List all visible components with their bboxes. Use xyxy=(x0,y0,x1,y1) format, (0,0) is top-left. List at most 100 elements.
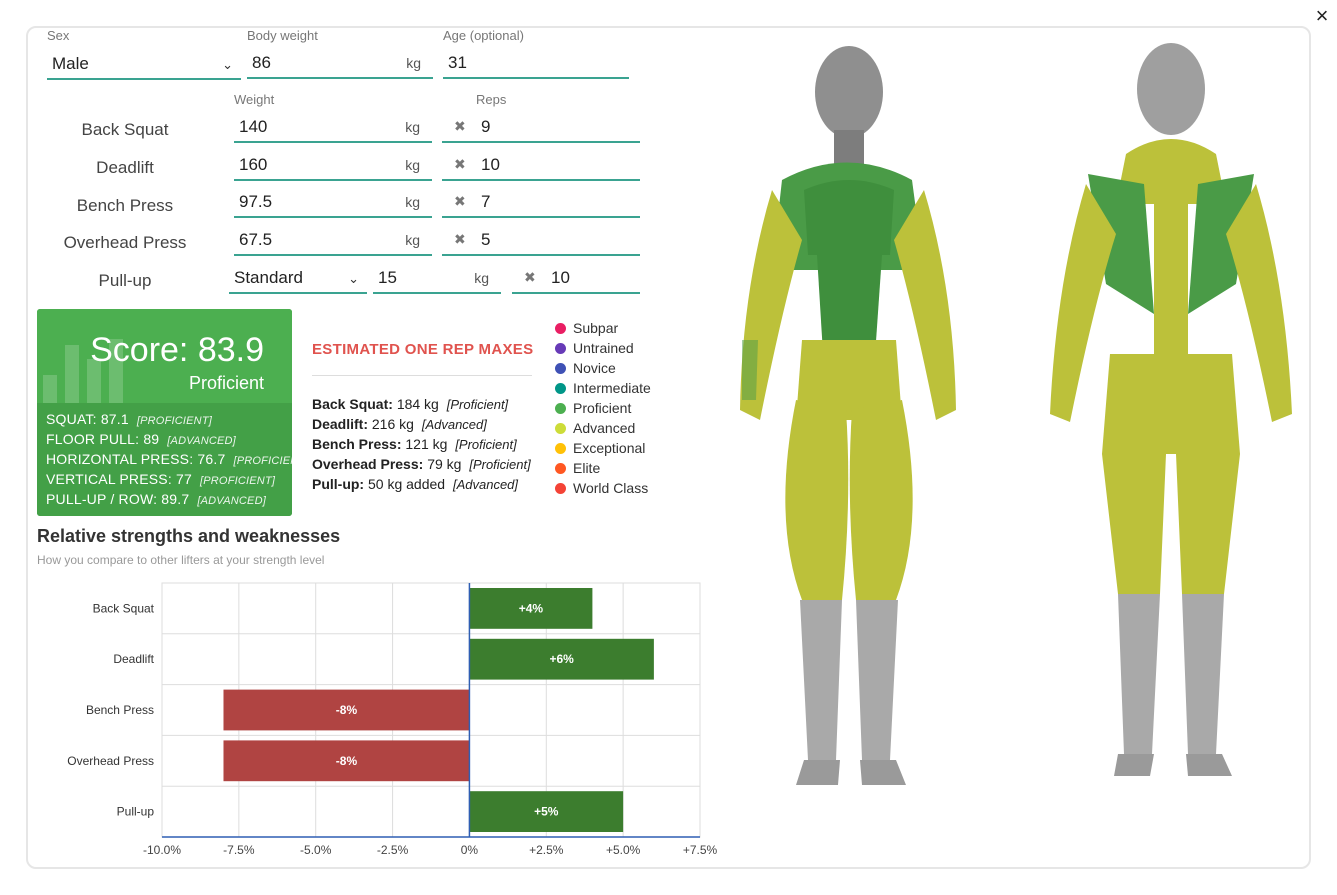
muscle-map-back xyxy=(1050,43,1292,776)
legend-item-subpar: Subpar xyxy=(555,320,618,336)
legend-item-exceptional: Exceptional xyxy=(555,440,645,456)
chart-subtitle: How you compare to other lifters at your… xyxy=(37,553,325,567)
orm-line: Overhead Press: 79 kg [Proficient] xyxy=(312,456,531,472)
legend-item-intermediate: Intermediate xyxy=(555,380,651,396)
legend-dot xyxy=(555,323,566,334)
legend-label: World Class xyxy=(573,480,649,496)
pull-up-reps-input[interactable]: ✖ 10 xyxy=(512,264,640,294)
back-squat-weight-input[interactable]: 140 kg xyxy=(234,113,432,143)
legend-label: Subpar xyxy=(573,320,619,336)
overhead-press-weight: 67.5 xyxy=(239,230,273,249)
sub-score-item: VERTICAL PRESS: 77 [PROFICIENT] xyxy=(46,471,276,487)
score-breakdown: SQUAT: 87.1 [PROFICIENT] FLOOR PULL: 89 [A… xyxy=(37,403,292,516)
back-glutes xyxy=(1102,354,1240,454)
bar-label: -8% xyxy=(336,703,358,717)
bar-label: +5% xyxy=(534,805,559,819)
bodyweight-input[interactable]: 86 kg xyxy=(247,49,433,79)
x-tick-label: -10.0% xyxy=(143,843,181,857)
legend-dot xyxy=(555,443,566,454)
relative-strength-chart: -10.0% -7.5% -5.0% -2.5% 0% +2.5% +5.0% +7.5% +4… xyxy=(67,582,718,857)
bench-press-weight-input[interactable]: 97.5 kg xyxy=(234,188,432,218)
legend-dot xyxy=(555,383,566,394)
times-icon: ✖ xyxy=(454,193,466,209)
bar-label: +4% xyxy=(519,601,544,615)
bodyweight-label: Body weight xyxy=(247,28,318,43)
back-squat-reps: 9 xyxy=(481,117,491,136)
bodyweight-unit: kg xyxy=(406,55,421,71)
legend-label: Advanced xyxy=(573,420,636,436)
y-tick-label: Pull-up xyxy=(117,805,155,819)
sex-select[interactable]: Male ⌄ xyxy=(47,50,241,80)
overhead-press-reps-input[interactable]: ✖ 5 xyxy=(442,226,640,256)
deadlift-weight-input[interactable]: 160 kg xyxy=(234,151,432,181)
age-value: 31 xyxy=(448,53,467,72)
y-tick-label: Back Squat xyxy=(93,601,155,615)
lift-name-bench-press: Bench Press xyxy=(76,196,174,215)
back-squat-weight: 140 xyxy=(239,117,268,136)
pull-up-weight-input[interactable]: 15 kg xyxy=(373,264,501,294)
times-icon: ✖ xyxy=(524,269,536,285)
legend-item-proficient: Proficient xyxy=(555,400,631,416)
bench-press-reps-input[interactable]: ✖ 7 xyxy=(442,188,640,218)
legend-label: Intermediate xyxy=(573,380,651,396)
legend-dot xyxy=(555,483,566,494)
chart-title: Relative strengths and weaknesses xyxy=(37,526,341,546)
back-head xyxy=(1137,43,1205,135)
pull-up-weight: 15 xyxy=(378,268,397,287)
close-icon[interactable]: × xyxy=(1311,4,1333,28)
score-level: Proficient xyxy=(188,373,264,393)
back-squat-reps-input[interactable]: ✖ 9 xyxy=(442,113,640,143)
weight-column-label: Weight xyxy=(234,92,275,107)
pull-up-reps: 10 xyxy=(551,268,570,287)
legend-item-untrained: Untrained xyxy=(555,340,634,356)
orm-line: Pull-up: 50 kg added [Advanced] xyxy=(312,476,519,492)
legend-label: Proficient xyxy=(573,400,632,416)
pull-up-variant-select[interactable]: Standard ⌄ xyxy=(229,264,367,294)
x-tick-label: -7.5% xyxy=(223,843,255,857)
bar-label: -8% xyxy=(336,754,358,768)
back-hamstrings xyxy=(1102,454,1240,594)
x-tick-label: +7.5% xyxy=(683,843,718,857)
reps-column-label: Reps xyxy=(476,92,507,107)
back-arm-left xyxy=(1050,184,1116,422)
sub-score-item: SQUAT: 87.1 [PROFICIENT] xyxy=(46,411,212,427)
chevron-down-icon: ⌄ xyxy=(348,271,359,286)
orm-line: Bench Press: 121 kg [Proficient] xyxy=(312,436,517,452)
x-tick-label: -2.5% xyxy=(377,843,409,857)
sex-value: Male xyxy=(52,54,89,73)
score-card-header: Score: 83.9 Proficient xyxy=(37,309,292,403)
orm-title: ESTIMATED ONE REP MAXES xyxy=(312,341,534,358)
pull-up-variant: Standard xyxy=(234,268,303,287)
y-tick-label: Overhead Press xyxy=(67,754,154,768)
legend-item-novice: Novice xyxy=(555,360,616,376)
bench-press-weight: 97.5 xyxy=(239,192,273,211)
sub-score-item: PULL-UP / ROW: 89.7 [ADVANCED] xyxy=(46,491,266,507)
score-value: Score: 83.9 xyxy=(90,331,264,369)
orm-line: Back Squat: 184 kg [Proficient] xyxy=(312,396,509,412)
front-thigh-left xyxy=(785,400,849,600)
chevron-down-icon: ⌄ xyxy=(222,57,233,72)
overhead-press-weight-input[interactable]: 67.5 kg xyxy=(234,226,432,256)
bodyweight-value: 86 xyxy=(252,53,271,72)
legend-dot xyxy=(555,343,566,354)
legend-item-elite: Elite xyxy=(555,460,600,476)
back-arm-right xyxy=(1226,184,1292,422)
deadlift-weight: 160 xyxy=(239,155,268,174)
deadlift-reps-input[interactable]: ✖ 10 xyxy=(442,151,640,181)
score-card: Score: 83.9 Proficient SQUAT: 87.1 [PROFI… xyxy=(37,309,292,516)
bar-label: +6% xyxy=(549,652,574,666)
back-feet xyxy=(1114,754,1232,776)
orm-line: Deadlift: 216 kg [Advanced] xyxy=(312,416,487,432)
times-icon: ✖ xyxy=(454,231,466,247)
times-icon: ✖ xyxy=(454,118,466,134)
bench-press-unit: kg xyxy=(405,194,420,210)
overhead-press-reps: 5 xyxy=(481,230,491,249)
legend-label: Elite xyxy=(573,460,601,476)
sex-label: Sex xyxy=(47,28,70,43)
legend-dot xyxy=(555,463,566,474)
lift-name-deadlift: Deadlift xyxy=(96,158,154,177)
legend-label: Untrained xyxy=(573,340,634,356)
legend-dot xyxy=(555,423,566,434)
age-input[interactable]: 31 xyxy=(443,49,629,79)
lift-name-back-squat: Back Squat xyxy=(81,120,169,139)
